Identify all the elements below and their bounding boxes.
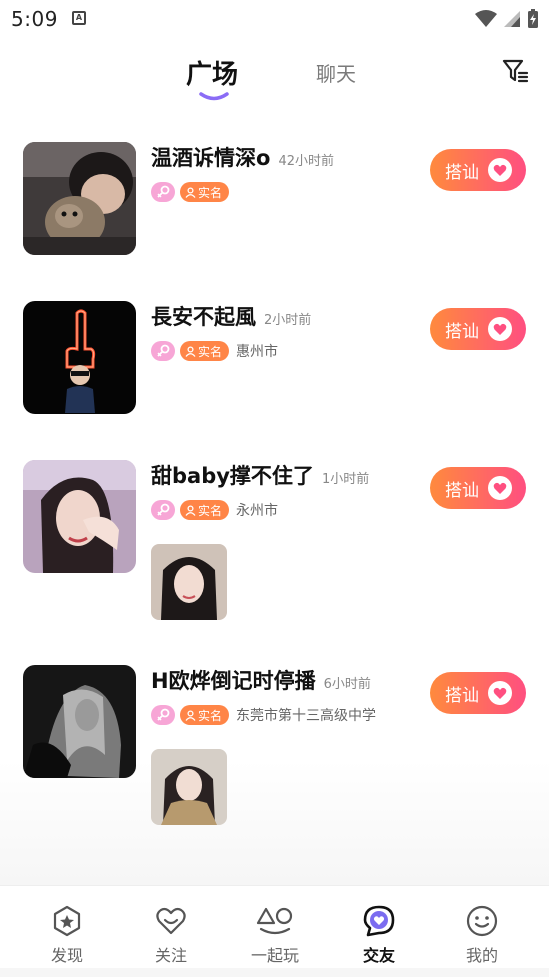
gesture-bar (0, 968, 549, 977)
nav-label: 交友 (362, 946, 395, 965)
pitch-button[interactable]: 搭讪 (430, 467, 526, 509)
filter-icon[interactable] (500, 56, 530, 86)
play-together-icon (223, 904, 327, 938)
verified-badge: 实名 (180, 500, 230, 520)
person-icon (185, 504, 196, 516)
city: 惠州市 (236, 344, 279, 360)
friends-icon (327, 904, 431, 938)
avatar[interactable] (23, 665, 136, 778)
status-time: 5:09 (11, 7, 58, 31)
verified-badge: 实名 (180, 341, 230, 361)
follow-icon (119, 904, 223, 938)
nav-label: 关注 (154, 946, 187, 965)
username[interactable]: 甜baby撑不住了 (151, 460, 314, 490)
pitch-button[interactable]: 搭讪 (430, 672, 526, 714)
female-icon (151, 182, 175, 202)
nav-label: 一起玩 (250, 946, 299, 965)
person-icon (185, 345, 196, 357)
photo-woman-selfie (151, 544, 227, 620)
post-time: 1小时前 (321, 472, 370, 487)
notification-icon: A (72, 11, 86, 25)
avatar-photo-neon-character (23, 301, 136, 414)
nav-friends[interactable]: 交友 (327, 904, 431, 966)
nav-label: 我的 (465, 946, 498, 965)
avatar-photo-woman-monochrome (23, 665, 136, 778)
system-icons (475, 8, 539, 30)
battery-charging-icon (528, 9, 538, 28)
wifi-icon (475, 10, 497, 27)
pitch-label: 搭讪 (445, 162, 479, 183)
discover-icon (15, 904, 119, 938)
post-time: 42小时前 (278, 154, 334, 169)
person-icon (185, 186, 196, 198)
post-time: 6小时前 (323, 677, 371, 692)
avatar[interactable] (23, 301, 136, 414)
post-photo[interactable] (151, 544, 227, 620)
heart-icon (488, 317, 512, 341)
pitch-button[interactable]: 搭讪 (430, 149, 526, 191)
username[interactable]: 温酒诉情深o (151, 142, 270, 172)
top-bar: 广场 聊天 (0, 40, 549, 106)
status-bar: 5:09 A (0, 0, 549, 38)
avatar[interactable] (23, 460, 136, 573)
tab-square[interactable]: 广场 (186, 54, 238, 91)
nav-label: 发现 (50, 946, 83, 965)
list-bottom-fade (0, 760, 549, 885)
active-tab-indicator (199, 92, 229, 101)
post-time: 2小时前 (264, 313, 312, 328)
person-icon (185, 709, 196, 721)
nav-discover[interactable]: 发现 (15, 904, 119, 966)
tab-chat[interactable]: 聊天 (316, 58, 356, 87)
pitch-label: 搭讪 (445, 685, 479, 706)
heart-icon (488, 476, 512, 500)
nav-profile[interactable]: 我的 (430, 904, 534, 966)
username[interactable]: 長安不起風 (151, 301, 256, 331)
avatar[interactable] (23, 142, 136, 255)
pitch-button[interactable]: 搭讪 (430, 308, 526, 350)
signal-icon (504, 11, 520, 27)
avatar-photo-woman (23, 460, 136, 573)
photo-woman-trench-coat (151, 749, 227, 825)
bottom-nav: 发现 关注 一起玩 交友 我的 (0, 885, 549, 977)
verified-badge: 实名 (180, 182, 230, 202)
avatar-photo-woman-with-cat (23, 142, 136, 255)
city: 永州市 (236, 503, 279, 519)
pitch-label: 搭讪 (445, 480, 479, 501)
profile-icon (430, 904, 534, 938)
nav-follow[interactable]: 关注 (119, 904, 223, 966)
heart-icon (488, 158, 512, 182)
female-icon (151, 500, 175, 520)
city: 东莞市第十三高级中学 (236, 708, 377, 724)
female-icon (151, 341, 175, 361)
nav-play-together[interactable]: 一起玩 (223, 904, 327, 966)
post-photo[interactable] (151, 749, 227, 825)
username[interactable]: H欧烨倒记时停播 (151, 665, 316, 695)
heart-icon (488, 681, 512, 705)
female-icon (151, 705, 175, 725)
verified-badge: 实名 (180, 705, 230, 725)
pitch-label: 搭讪 (445, 321, 479, 342)
